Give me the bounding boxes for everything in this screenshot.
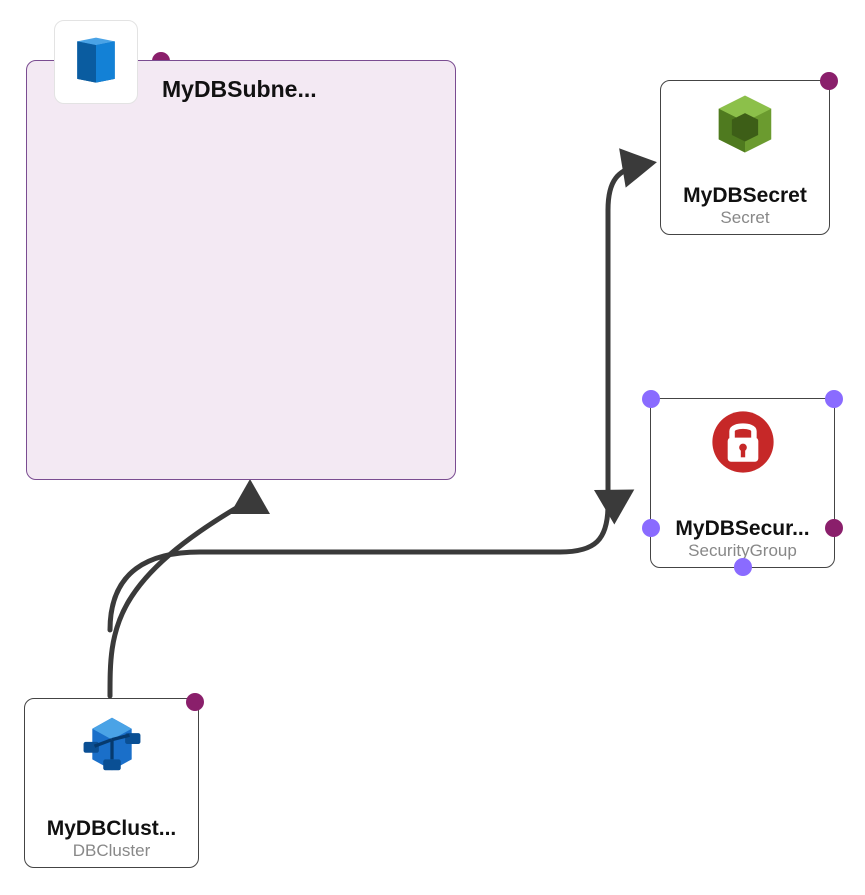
- diagram-canvas[interactable]: MyDBSubne... MyDBSecret Secret: [0, 0, 865, 895]
- port-dot: [642, 390, 660, 408]
- status-dot: [186, 693, 204, 711]
- secret-title: MyDBSecret: [661, 184, 829, 208]
- status-dot: [820, 72, 838, 90]
- node-secret[interactable]: MyDBSecret Secret: [660, 80, 830, 235]
- db-subnet-label: MyDBSubne...: [162, 76, 317, 103]
- port-dot: [825, 390, 843, 408]
- node-security-group[interactable]: MyDBSecur... SecurityGroup: [650, 398, 835, 568]
- cluster-icon: [77, 709, 147, 779]
- node-db-subnet-group[interactable]: [26, 60, 456, 480]
- node-db-cluster[interactable]: MyDBClust... DBCluster: [24, 698, 199, 868]
- db-cluster-title: MyDBClust...: [25, 817, 198, 841]
- status-dot: [825, 519, 843, 537]
- port-dot: [642, 519, 660, 537]
- secret-subtitle: Secret: [661, 208, 829, 228]
- security-group-title: MyDBSecur...: [651, 517, 834, 541]
- db-subnet-icon-box: [54, 20, 138, 104]
- port-dot: [734, 558, 752, 576]
- db-cluster-subtitle: DBCluster: [25, 841, 198, 861]
- cube-icon: [710, 89, 780, 159]
- database-icon: [61, 27, 131, 97]
- lock-icon: [708, 407, 778, 477]
